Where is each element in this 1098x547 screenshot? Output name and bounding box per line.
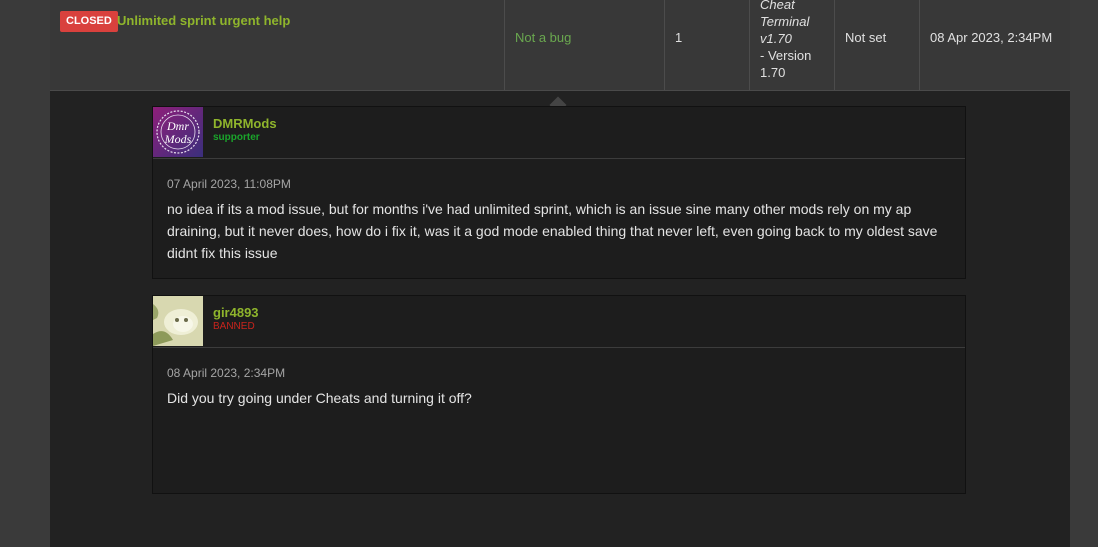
version-mod-line: Terminal xyxy=(760,14,810,29)
version-mod-line: Cheat xyxy=(760,0,795,12)
issue-row[interactable]: CLOSED Unlimited sprint urgent help Not … xyxy=(50,0,1070,91)
comment-header: Dmr Mods DMRMods supporter xyxy=(153,107,965,159)
comment-text: no idea if its a mod issue, but for mont… xyxy=(167,201,938,261)
issue-date: 08 Apr 2023, 2:34PM xyxy=(930,30,1053,45)
issue-version-cell: Cheat Terminal v1.70 - Version 1.70 xyxy=(749,0,834,90)
avatar-logo-text: Dmr xyxy=(166,119,189,133)
closed-badge: CLOSED xyxy=(60,11,118,32)
comment-text: Did you try going under Cheats and turni… xyxy=(167,390,472,406)
version-mod-line: v1.70 xyxy=(760,31,792,46)
issue-status: Not a bug xyxy=(515,30,572,45)
issue-title-link[interactable]: Unlimited sprint urgent help xyxy=(117,13,290,28)
comment: gir4893 BANNED 08 April 2023, 2:34PM Did… xyxy=(152,295,966,494)
version-label: - Version xyxy=(760,48,812,63)
avatar-logo-text: Mods xyxy=(164,132,192,146)
comment: Dmr Mods DMRMods supporter 07 April 2023… xyxy=(152,106,966,279)
comment-date: 07 April 2023, 11:08PM xyxy=(167,177,291,191)
user-role: supporter xyxy=(213,132,260,143)
comment-username[interactable]: gir4893 xyxy=(213,305,259,320)
version-number: 1.70 xyxy=(760,65,786,80)
avatar[interactable] xyxy=(153,296,203,346)
issue-priority-cell: Not set xyxy=(834,0,919,90)
issue-version: Cheat Terminal v1.70 - Version 1.70 xyxy=(760,0,811,81)
issue-status-cell: Not a bug xyxy=(504,0,664,90)
issue-title-cell: CLOSED Unlimited sprint urgent help xyxy=(50,0,504,90)
issue-priority: Not set xyxy=(845,30,887,45)
avatar[interactable]: Dmr Mods xyxy=(153,107,203,157)
comment-body: 07 April 2023, 11:08PM no idea if its a … xyxy=(153,159,965,274)
user-role: BANNED xyxy=(213,321,255,332)
issue-date-cell: 08 Apr 2023, 2:34PM xyxy=(919,0,1070,90)
issue-reply-count-cell: 1 xyxy=(664,0,749,90)
issue-reply-count: 1 xyxy=(675,30,683,45)
comment-date: 08 April 2023, 2:34PM xyxy=(167,366,286,380)
comment-body: 08 April 2023, 2:34PM Did you try going … xyxy=(153,348,965,419)
comment-header: gir4893 BANNED xyxy=(153,296,965,348)
comment-username[interactable]: DMRMods xyxy=(213,116,277,131)
